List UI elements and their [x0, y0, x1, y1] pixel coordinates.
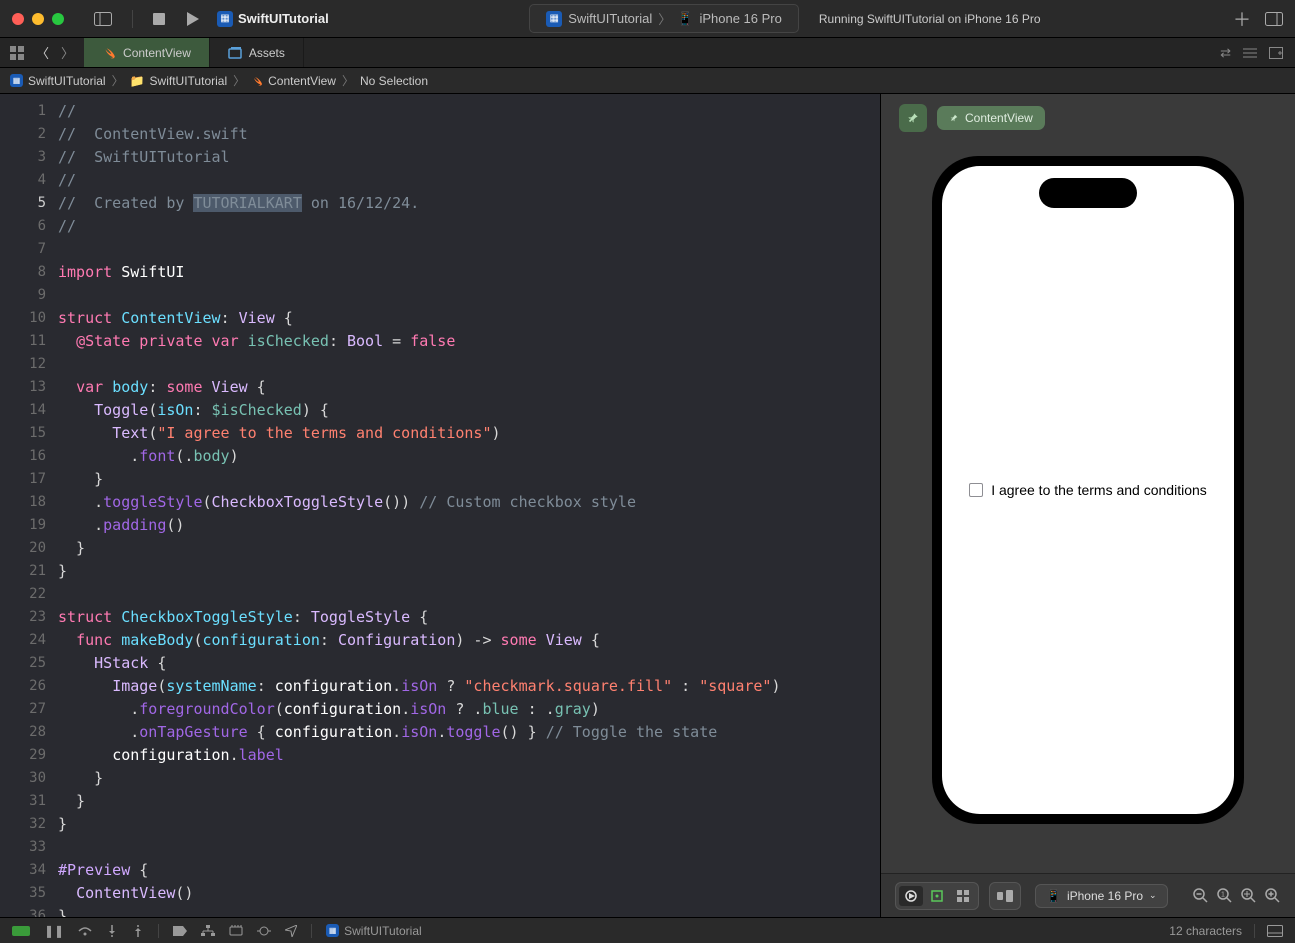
phone-icon: 📱 [677, 11, 693, 27]
checkbox-icon[interactable] [969, 483, 983, 497]
svg-text:1: 1 [1221, 891, 1225, 898]
window-controls [12, 13, 64, 25]
preview-mode-group [895, 882, 979, 910]
phone-icon: 📱 [1046, 889, 1061, 903]
close-window-button[interactable] [12, 13, 24, 25]
swift-icon [251, 75, 263, 87]
memory-icon[interactable] [229, 925, 243, 937]
bottom-target[interactable]: ▦ SwiftUITutorial [326, 924, 422, 938]
grid-preview-button[interactable] [951, 886, 975, 906]
add-editor-icon[interactable] [1269, 47, 1283, 59]
run-button[interactable] [185, 12, 199, 26]
folder-icon: 📁 [130, 74, 145, 88]
breadcrumb-item[interactable]: No Selection [360, 74, 428, 88]
breadcrumb: ▦ SwiftUITutorial 〉 📁 SwiftUITutorial 〉 … [0, 68, 1295, 94]
sync-icon[interactable]: ⇄ [1220, 45, 1231, 61]
project-name: SwiftUITutorial [238, 11, 329, 26]
swift-icon [102, 46, 116, 60]
preview-canvas[interactable]: I agree to the terms and conditions [881, 142, 1295, 873]
pin-icon [949, 113, 959, 123]
bottom-panel-toggle-icon[interactable] [1267, 925, 1283, 937]
zoom-controls: 1 [1193, 888, 1281, 904]
title-bar: ▦ SwiftUITutorial ▦ SwiftUITutorial 〉 📱 … [0, 0, 1295, 38]
tab-contentview[interactable]: ContentView [84, 38, 210, 67]
zoom-out-button[interactable] [1193, 888, 1209, 904]
zoom-window-button[interactable] [52, 13, 64, 25]
zoom-in-button[interactable] [1265, 888, 1281, 904]
breakpoint-icon[interactable] [173, 926, 187, 936]
breadcrumb-item[interactable]: ContentView [251, 74, 336, 88]
pause-icon[interactable]: ❚❚ [44, 924, 64, 938]
app-icon: ▦ [10, 74, 23, 87]
live-preview-button[interactable] [899, 886, 923, 906]
related-items-icon[interactable] [10, 46, 24, 60]
code-editor[interactable]: 1234567891011121314151617181920212223242… [0, 94, 880, 917]
forward-button[interactable]: 〉 [61, 43, 74, 62]
app-icon: ▦ [217, 11, 233, 27]
bottom-bar: ❚❚ ▦ SwiftUITutorial 1 [0, 917, 1295, 943]
scheme-selector[interactable]: ▦ SwiftUITutorial [209, 7, 337, 31]
scheme-target: SwiftUITutorial [568, 11, 652, 26]
stop-button[interactable] [153, 13, 165, 25]
checkbox-label: I agree to the terms and conditions [991, 482, 1207, 498]
iphone-frame: I agree to the terms and conditions [932, 156, 1244, 824]
preview-header: ContentView [881, 94, 1295, 142]
tab-bar: 〈 〉 ContentView Assets ⇄ [0, 38, 1295, 68]
char-count: 12 characters [1169, 924, 1242, 938]
tab-assets[interactable]: Assets [210, 38, 304, 67]
code-content[interactable]: //// ContentView.swift// SwiftUITutorial… [58, 94, 880, 917]
add-button[interactable]: ＋ [1233, 6, 1251, 32]
preview-pill[interactable]: ContentView [937, 106, 1045, 130]
app-icon: ▦ [326, 924, 339, 937]
step-over-icon[interactable] [78, 925, 92, 937]
adjust-editor-icon[interactable] [1243, 47, 1257, 59]
activity-indicator[interactable] [12, 926, 30, 936]
back-button[interactable]: 〈 [36, 43, 49, 62]
breadcrumb-item[interactable]: ▦ SwiftUITutorial [10, 74, 106, 88]
device-selector[interactable]: 📱 iPhone 16 Pro ⌄ [1035, 884, 1168, 908]
iphone-screen[interactable]: I agree to the terms and conditions [942, 166, 1234, 814]
environment-icon[interactable] [257, 925, 271, 937]
app-icon: ▦ [546, 11, 562, 27]
step-out-icon[interactable] [132, 925, 144, 937]
minimize-window-button[interactable] [32, 13, 44, 25]
preview-toolbar: 📱 iPhone 16 Pro ⌄ 1 [881, 873, 1295, 917]
tab-label: Assets [249, 46, 285, 60]
assets-icon [228, 46, 242, 60]
breadcrumb-item[interactable]: 📁 SwiftUITutorial [130, 74, 228, 88]
left-panel-toggle-icon[interactable] [94, 12, 112, 26]
location-icon[interactable] [285, 925, 297, 937]
chevron-down-icon: ⌄ [1149, 890, 1157, 901]
tab-label: ContentView [123, 46, 191, 60]
library-icon[interactable] [1265, 12, 1283, 26]
app-content: I agree to the terms and conditions [969, 482, 1207, 498]
scheme-target-pill[interactable]: ▦ SwiftUITutorial 〉 📱 iPhone 16 Pro [529, 4, 799, 33]
dynamic-island [1039, 178, 1137, 208]
variants-button[interactable] [989, 882, 1021, 910]
zoom-actual-button[interactable] [1241, 888, 1257, 904]
chevron-right-icon: 〉 [112, 72, 124, 89]
main-area: 1234567891011121314151617181920212223242… [0, 94, 1295, 917]
status-text: Running SwiftUITutorial on iPhone 16 Pro [819, 12, 1041, 26]
step-into-icon[interactable] [106, 925, 118, 937]
line-gutter: 1234567891011121314151617181920212223242… [0, 94, 58, 917]
chevron-right-icon: 〉 [342, 72, 354, 89]
pin-button[interactable] [899, 104, 927, 132]
zoom-fit-button[interactable]: 1 [1217, 888, 1233, 904]
selectable-preview-button[interactable] [925, 886, 949, 906]
scheme-device: iPhone 16 Pro [699, 11, 781, 26]
hierarchy-icon[interactable] [201, 925, 215, 937]
preview-panel: ContentView I agree to the terms and con… [880, 94, 1295, 917]
chevron-right-icon: 〉 [233, 72, 245, 89]
preview-label: ContentView [965, 111, 1033, 125]
